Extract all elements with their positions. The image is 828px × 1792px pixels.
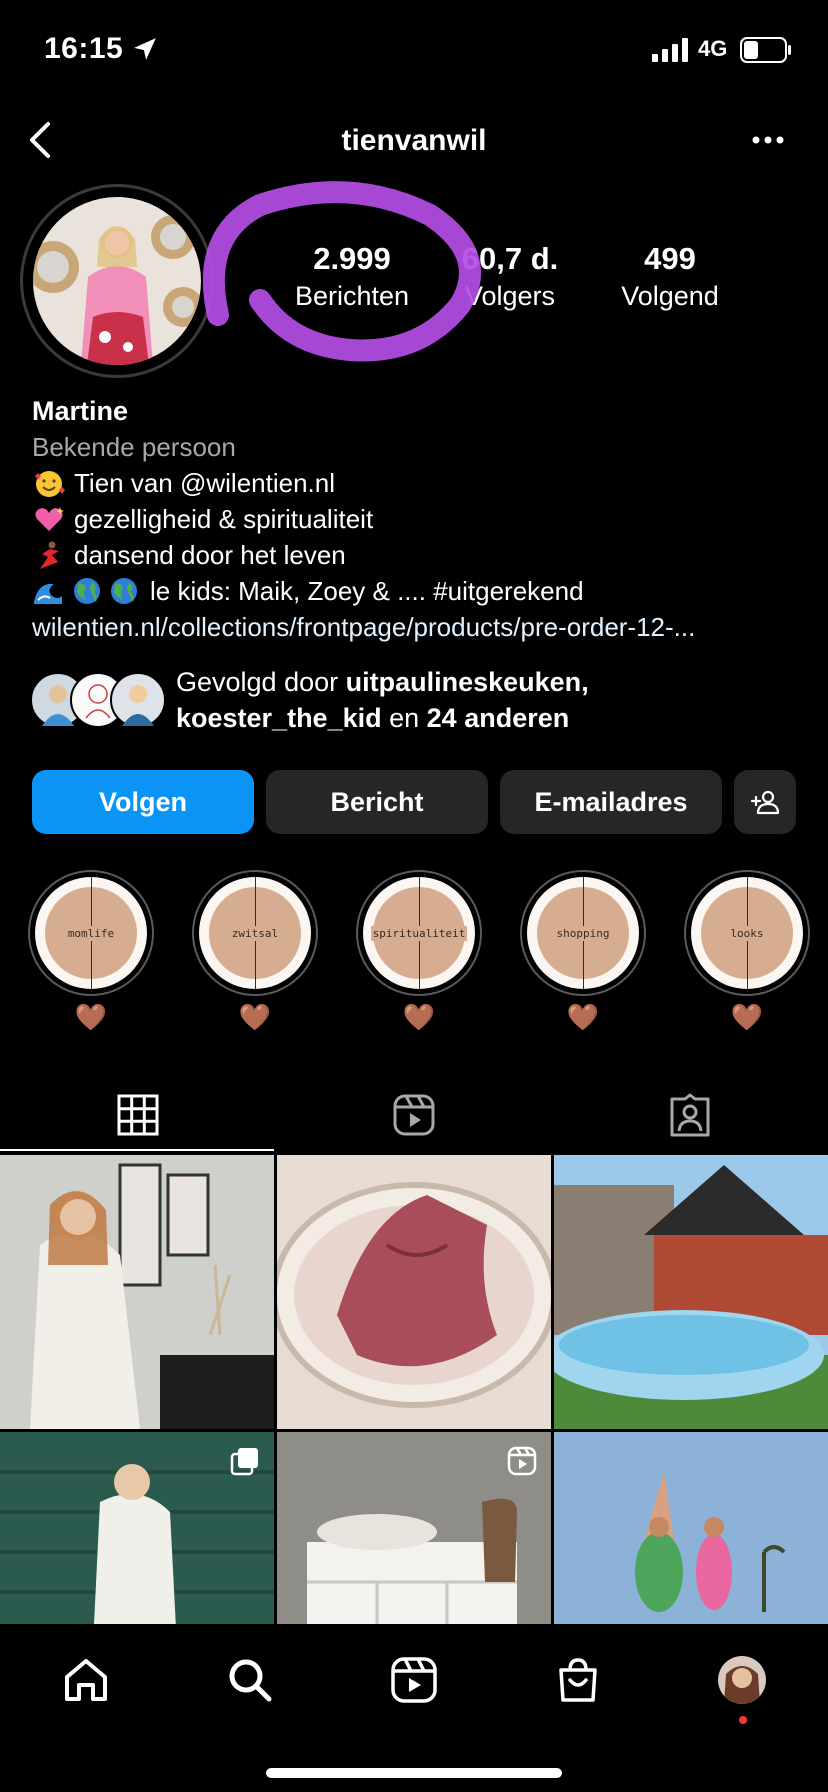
bio-text: Tien van @wilentien.nl	[74, 468, 336, 498]
profile-avatar[interactable]	[33, 197, 201, 365]
stat-posts[interactable]: 2.999 Berichten	[262, 240, 442, 314]
profile-bio: Martine Bekende persoon Tien van @wilent…	[32, 393, 812, 645]
bio-line: dansend door het leven	[32, 537, 812, 573]
bio-category: Bekende persoon	[32, 432, 236, 462]
post-thumbnail[interactable]	[554, 1155, 828, 1429]
highlight-cover-text: shopping	[554, 925, 612, 941]
story-highlight[interactable]: zwitsal 🤎	[192, 870, 318, 1033]
notification-dot	[739, 1716, 747, 1724]
post-thumbnail[interactable]	[277, 1155, 551, 1429]
highlight-cover-text: momlife	[65, 925, 117, 941]
post-thumbnail[interactable]	[0, 1155, 274, 1429]
bottom-nav	[0, 1624, 828, 1792]
bio-line: le kids: Maik, Zoey & .... #uitgerekend	[32, 573, 812, 609]
highlight-cover-text: looks	[728, 925, 766, 941]
tab-tagged[interactable]	[552, 1080, 828, 1150]
tab-reels[interactable]	[276, 1080, 552, 1150]
highlight-ring: shopping	[520, 870, 646, 996]
battery-icon	[740, 37, 791, 63]
highlight-ring: zwitsal	[192, 870, 318, 996]
followed-by-avatars[interactable]	[30, 672, 170, 730]
profile-header: tienvanwil	[0, 110, 828, 170]
followed-by-others[interactable]: 24 anderen	[427, 703, 570, 733]
smiling-face-with-hearts-icon	[35, 471, 65, 497]
nav-profile[interactable]	[712, 1650, 772, 1710]
add-person-icon	[750, 790, 780, 815]
tagged-person-icon	[670, 1093, 710, 1137]
highlight-cover-text: zwitsal	[229, 925, 281, 941]
reels-icon	[391, 1657, 437, 1703]
home-indicator[interactable]	[266, 1768, 562, 1778]
message-button[interactable]: Bericht	[266, 770, 488, 834]
highlight-ring: looks	[684, 870, 810, 996]
highlight-cover-text: spiritualiteit	[370, 925, 468, 941]
email-button[interactable]: E-mailadres	[500, 770, 722, 834]
stat-posts-value: 2.999	[313, 241, 391, 276]
stat-posts-label: Berichten	[294, 281, 410, 311]
followed-by-middle: en	[381, 703, 427, 733]
stat-followers-label: Volgers	[464, 281, 556, 311]
nav-shop[interactable]	[548, 1650, 608, 1710]
stat-followers[interactable]: 60,7 d. Volgers	[420, 240, 600, 314]
dancer-icon	[40, 541, 59, 569]
stat-following-label: Volgend	[621, 281, 719, 311]
followed-by-user[interactable]: koester_the_kid	[176, 703, 382, 733]
highlight-ring: momlife	[28, 870, 154, 996]
nav-reels[interactable]	[384, 1650, 444, 1710]
highlight-label: 🤎	[74, 1002, 108, 1032]
reel-badge-icon	[507, 1446, 537, 1476]
tab-posts-grid[interactable]	[0, 1080, 276, 1150]
sparkling-heart-icon	[35, 507, 64, 531]
followed-by-user[interactable]: uitpaulineskeuken	[346, 667, 582, 697]
search-icon	[229, 1659, 272, 1702]
story-highlight[interactable]: spiritualiteit 🤎	[356, 870, 482, 1033]
followed-by-text[interactable]: Gevolgd door uitpaulineskeuken, koester_…	[176, 664, 589, 736]
highlight-label: 🤎	[402, 1002, 436, 1032]
highlight-label: 🤎	[730, 1002, 764, 1032]
avatar	[718, 1656, 766, 1704]
active-tab-indicator	[0, 1149, 274, 1151]
more-options-icon[interactable]	[746, 126, 790, 154]
bio-text: le kids: Maik, Zoey & .... #uitgerekend	[150, 576, 584, 606]
reels-icon	[393, 1094, 435, 1136]
shopping-bag-icon	[559, 1658, 597, 1702]
grid-icon	[117, 1094, 159, 1136]
bio-link[interactable]: wilentien.nl/collections/frontpage/produ…	[32, 609, 812, 645]
story-highlight[interactable]: momlife 🤎	[28, 870, 154, 1033]
stat-following[interactable]: 499 Volgend	[580, 240, 760, 314]
signal-bars-icon	[652, 38, 688, 62]
followed-by-prefix: Gevolgd door	[176, 667, 346, 697]
bio-name: Martine	[32, 396, 129, 426]
location-arrow-icon	[134, 38, 156, 60]
network-type: 4G	[698, 36, 728, 61]
followed-by-separator: ,	[581, 667, 589, 697]
highlight-label: 🤎	[238, 1002, 272, 1032]
stat-following-value: 499	[644, 241, 696, 276]
stat-followers-value: 60,7 d.	[461, 241, 559, 276]
bio-text: dansend door het leven	[74, 540, 346, 570]
home-icon	[65, 1659, 107, 1701]
profile-tabs	[0, 1080, 828, 1150]
follow-button[interactable]: Volgen	[32, 770, 254, 834]
highlight-ring: spiritualiteit	[356, 870, 482, 996]
wave-earth-icons	[34, 578, 137, 604]
avatar	[110, 672, 166, 728]
carousel-icon	[230, 1448, 258, 1476]
suggested-users-button[interactable]	[734, 770, 796, 834]
profile-stats: 2.999 Berichten 60,7 d. Volgers 499 Volg…	[250, 240, 820, 320]
profile-username: tienvanwil	[341, 124, 487, 157]
status-bar: 16:15 4G	[0, 0, 828, 100]
nav-search[interactable]	[220, 1650, 280, 1710]
highlight-label: 🤎	[566, 1002, 600, 1032]
nav-home[interactable]	[56, 1650, 116, 1710]
status-time: 16:15	[44, 32, 124, 65]
bio-line: gezelligheid & spiritualiteit	[32, 501, 812, 537]
story-highlight[interactable]: shopping 🤎	[520, 870, 646, 1033]
story-highlight[interactable]: looks 🤎	[684, 870, 810, 1033]
bio-text: gezelligheid & spiritualiteit	[74, 504, 374, 534]
bio-line: Tien van @wilentien.nl	[32, 465, 812, 501]
